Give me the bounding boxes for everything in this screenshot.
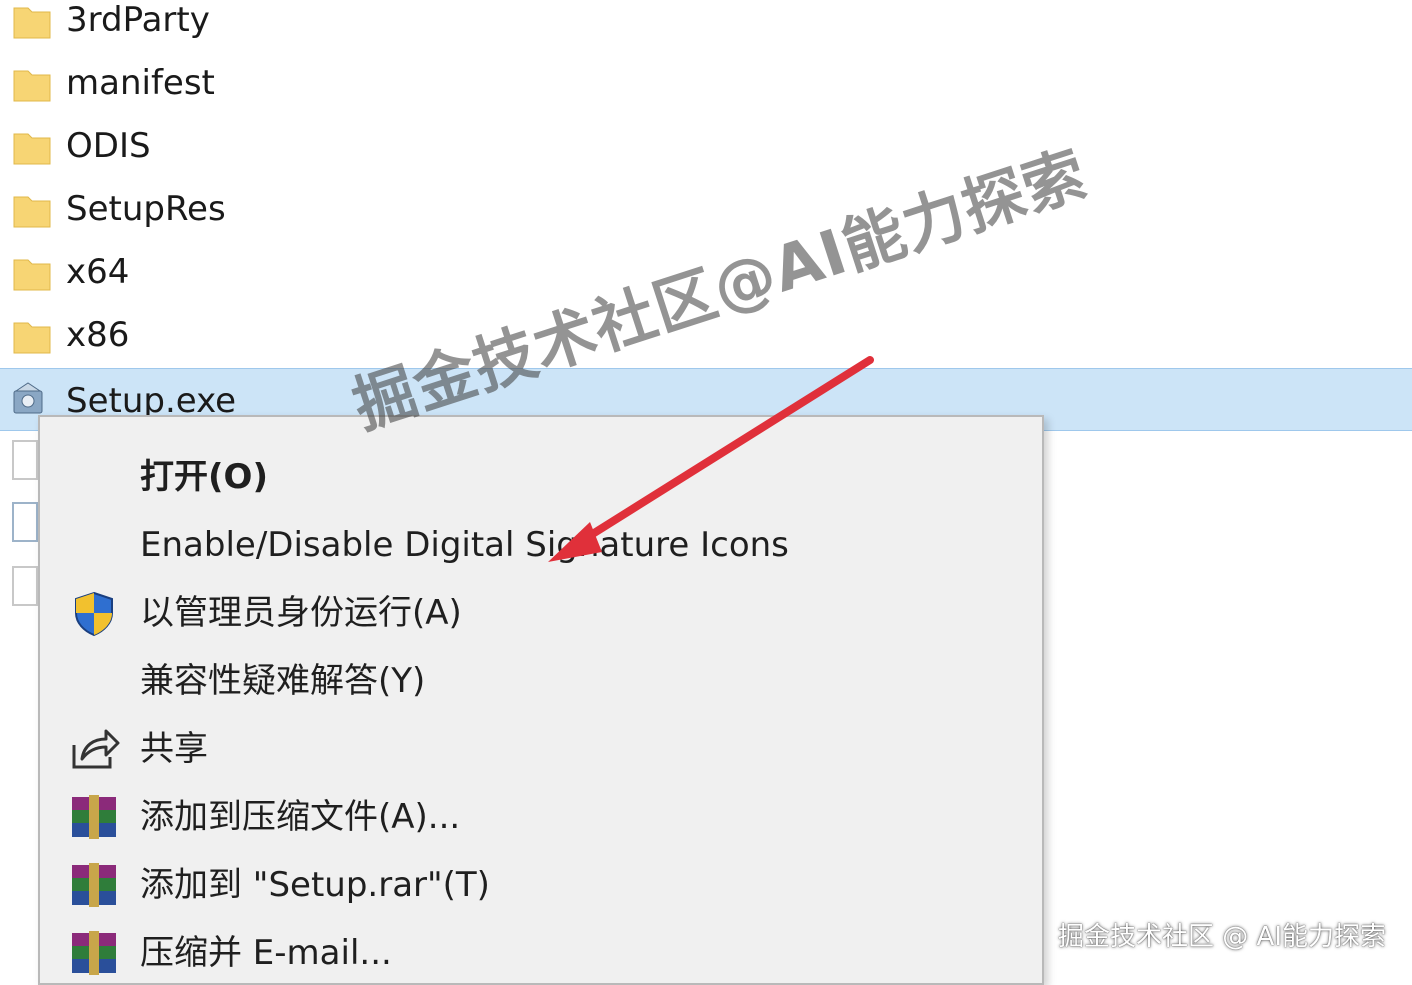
file-name: ODIS — [66, 126, 151, 166]
setup-exe-icon — [13, 382, 43, 414]
winrar-icon — [72, 795, 116, 839]
folder-icon — [13, 133, 51, 165]
menu-item-label: 共享 — [140, 729, 208, 769]
corner-watermark: 掘金技术社区 @ AI能力探索 — [1058, 922, 1386, 952]
file-name: x64 — [66, 252, 130, 292]
folder-icon — [13, 70, 51, 102]
folder-icon — [13, 259, 51, 291]
menu-item-compress-email[interactable]: 压缩并 E-mail... — [40, 919, 1042, 985]
folder-icon — [13, 196, 51, 228]
menu-item-add-to-archive[interactable]: 添加到压缩文件(A)... — [40, 783, 1042, 849]
menu-item-label: 兼容性疑难解答(Y) — [140, 661, 426, 701]
document-file-icon[interactable] — [12, 502, 38, 542]
menu-item-label: 压缩并 E-mail... — [140, 933, 392, 973]
winrar-icon — [72, 931, 116, 975]
winrar-icon — [72, 863, 116, 907]
file-name: 3rdParty — [66, 0, 210, 40]
menu-item-label: 打开(O) — [140, 457, 268, 497]
file-row-odis[interactable]: ODIS — [0, 116, 1412, 179]
menu-item-open[interactable]: 打开(O) — [40, 443, 1042, 509]
file-row-setupres[interactable]: SetupRes — [0, 179, 1412, 242]
file-row-3rdparty[interactable]: 3rdParty — [0, 0, 1412, 53]
file-name: manifest — [66, 63, 215, 103]
menu-item-label: 添加到 "Setup.rar"(T) — [140, 865, 490, 905]
share-icon — [72, 729, 120, 769]
file-icon[interactable] — [12, 566, 38, 606]
menu-item-compatibility[interactable]: 兼容性疑难解答(Y) — [40, 647, 1042, 713]
menu-item-add-to-setup-rar[interactable]: 添加到 "Setup.rar"(T) — [40, 851, 1042, 917]
file-name: x86 — [66, 315, 130, 355]
menu-item-label: 以管理员身份运行(A) — [140, 593, 462, 633]
menu-item-run-as-admin[interactable]: 以管理员身份运行(A) — [40, 579, 1042, 645]
folder-icon — [13, 322, 51, 354]
menu-item-digital-signature-icons[interactable]: Enable/Disable Digital Signature Icons — [40, 511, 1042, 577]
context-menu: 打开(O) Enable/Disable Digital Signature I… — [38, 415, 1044, 985]
folder-icon — [13, 7, 51, 39]
menu-item-label: 添加到压缩文件(A)... — [140, 797, 461, 837]
uac-shield-icon — [75, 591, 113, 637]
file-icon[interactable] — [12, 440, 38, 480]
file-row-x64[interactable]: x64 — [0, 242, 1412, 305]
menu-item-label: Enable/Disable Digital Signature Icons — [140, 525, 789, 565]
menu-item-share[interactable]: 共享 — [40, 715, 1042, 781]
file-row-x86[interactable]: x86 — [0, 305, 1412, 368]
file-row-manifest[interactable]: manifest — [0, 53, 1412, 116]
file-name: SetupRes — [66, 189, 226, 229]
